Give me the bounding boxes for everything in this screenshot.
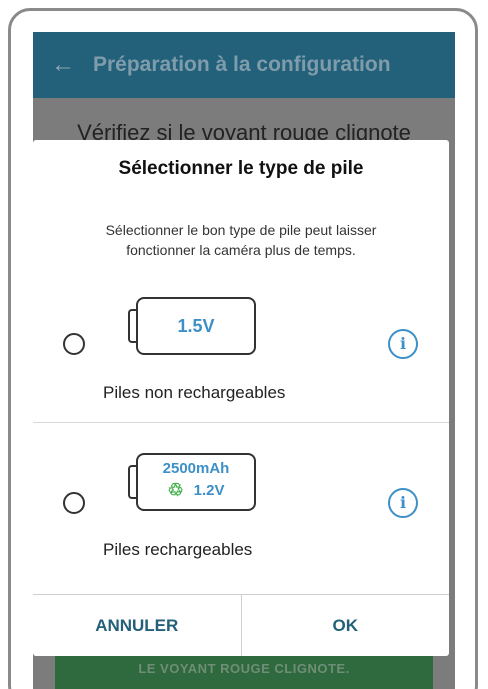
info-icon[interactable]: i: [388, 329, 418, 359]
option-label: Piles non rechargeables: [103, 383, 286, 402]
radio-rechargeable[interactable]: [63, 492, 85, 514]
rechargeable-battery-icon: 2500mAh ♲ 1.2V: [128, 453, 256, 511]
option-non-rechargeable[interactable]: 1.5V i Piles non rechargeables: [33, 287, 449, 417]
option-label: Piles rechargeables: [103, 540, 253, 559]
battery-voltage: 1.5V: [136, 297, 256, 355]
app-screen: ← Préparation à la configuration Vérifie…: [33, 32, 455, 689]
battery-label: 2500mAh ♲ 1.2V: [136, 453, 256, 511]
dialog-button-bar: ANNULER OK: [33, 594, 449, 656]
battery-type-dialog: Sélectionner le type de pile Sélectionne…: [33, 140, 449, 656]
cancel-button[interactable]: ANNULER: [33, 595, 242, 656]
battery-icon: 1.5V: [128, 297, 256, 355]
info-icon[interactable]: i: [388, 488, 418, 518]
back-arrow-icon[interactable]: ←: [33, 51, 93, 79]
dialog-title: Sélectionner le type de pile: [118, 158, 364, 179]
dialog-description: Sélectionner le bon type de pile peut la…: [105, 222, 377, 258]
app-bar: ← Préparation à la configuration: [33, 32, 455, 98]
battery-voltage: 1.2V: [193, 481, 225, 499]
battery-capacity: 2500mAh: [162, 460, 230, 477]
recycle-icon: ♲: [167, 480, 184, 500]
option-rechargeable[interactable]: 2500mAh ♲ 1.2V i Piles rechargeables: [33, 450, 449, 580]
radio-non-rechargeable[interactable]: [63, 333, 85, 355]
ok-button[interactable]: OK: [242, 595, 450, 656]
divider: [33, 422, 449, 423]
page-title: Préparation à la configuration: [93, 53, 391, 76]
